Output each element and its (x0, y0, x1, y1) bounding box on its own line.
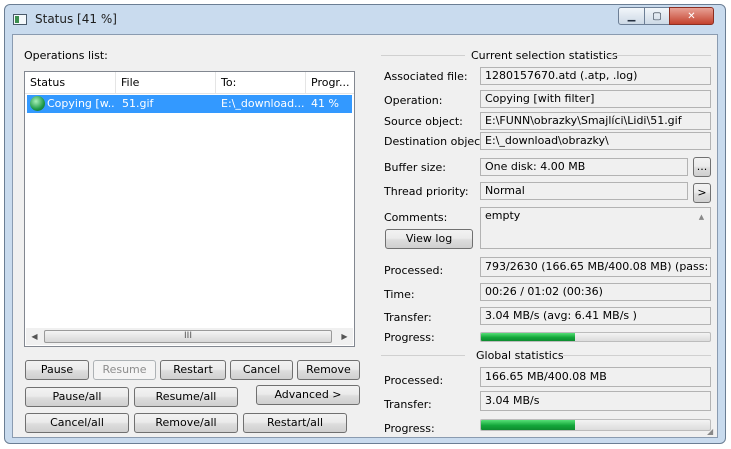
global-progress-bar (480, 419, 711, 431)
destination-object-label: Destination object: (384, 135, 489, 148)
scroll-thumb[interactable]: III (44, 330, 332, 343)
operation-label: Operation: (384, 94, 443, 107)
comments-label: Comments: (384, 211, 448, 224)
global-stats-heading: Global statistics (476, 349, 564, 362)
divider (607, 55, 711, 56)
destination-object-field[interactable]: E:\_download\obrazky\ (480, 132, 711, 150)
row-progress: 41 % (311, 97, 339, 110)
remove-all-button[interactable]: Remove/all (134, 413, 238, 433)
current-progress-bar (480, 332, 711, 342)
close-button[interactable]: ✕ (669, 7, 714, 25)
row-status: Copying [w... (47, 97, 115, 110)
pause-button[interactable]: Pause (25, 360, 89, 380)
global-transfer-label: Transfer: (384, 398, 432, 411)
scroll-left-icon[interactable]: ◀ (26, 328, 43, 345)
associated-file-field[interactable]: 1280157670.atd (.atp, .log) (480, 67, 711, 85)
source-object-field[interactable]: E:\FUNN\obrazky\Smajlíci\Lidi\51.gif (480, 112, 711, 130)
transfer-label: Transfer: (384, 311, 432, 324)
global-progress-label: Progress: (384, 422, 435, 435)
operation-row[interactable]: Copying [w... 51.gif E:\_download... 41 … (27, 95, 352, 113)
cancel-button[interactable]: Cancel (230, 360, 293, 380)
comments-field[interactable]: empty ▲▼ (480, 207, 711, 249)
progress-label: Progress: (384, 331, 435, 344)
app-icon (13, 14, 27, 25)
global-progress-fill (481, 420, 575, 430)
horizontal-scrollbar[interactable]: ◀ III ▶ (26, 328, 353, 345)
restart-all-button[interactable]: Restart/all (243, 413, 347, 433)
divider (381, 355, 465, 356)
view-log-button[interactable]: View log (385, 229, 473, 249)
cancel-all-button[interactable]: Cancel/all (25, 413, 129, 433)
time-field[interactable]: 00:26 / 01:02 (00:36) (480, 283, 711, 301)
global-processed-label: Processed: (384, 374, 444, 387)
transfer-field[interactable]: 3.04 MB/s (avg: 6.41 MB/s ) (480, 307, 711, 325)
operation-field[interactable]: Copying [with filter] (480, 90, 711, 108)
column-header-to[interactable]: To: (216, 72, 306, 94)
global-processed-field[interactable]: 166.65 MB/400.08 MB (480, 367, 711, 387)
comments-scrollbar[interactable]: ▲▼ (694, 209, 709, 247)
row-file: 51.gif (122, 97, 154, 110)
operations-list[interactable]: Status File To: Progr... Copying [w... 5… (24, 71, 355, 347)
processed-field[interactable]: 793/2630 (166.65 MB/400.08 MB) (pass: 1/… (480, 257, 711, 277)
time-label: Time: (384, 288, 415, 301)
resume-all-button[interactable]: Resume/all (134, 387, 238, 407)
processed-label: Processed: (384, 264, 444, 277)
restart-button[interactable]: Restart (160, 360, 226, 380)
comments-text: empty (485, 209, 521, 222)
maximize-button[interactable]: ▢ (644, 7, 670, 25)
thread-priority-button[interactable]: > (693, 183, 711, 203)
column-header-file[interactable]: File (116, 72, 216, 94)
thread-priority-label: Thread priority: (384, 185, 469, 198)
remove-button[interactable]: Remove (297, 360, 360, 380)
copy-status-icon (30, 96, 45, 111)
source-object-label: Source object: (384, 115, 463, 128)
pause-all-button[interactable]: Pause/all (25, 387, 129, 407)
current-progress-fill (481, 333, 575, 341)
status-window: Status [41 %] ▁ ▢ ✕ Operations list: Sta… (4, 4, 726, 444)
scroll-right-icon[interactable]: ▶ (336, 328, 353, 345)
operations-list-label: Operations list: (24, 49, 108, 62)
column-header-progress[interactable]: Progr... (306, 72, 354, 94)
row-destination: E:\_download... (221, 97, 305, 110)
thread-priority-field[interactable]: Normal (480, 182, 688, 200)
associated-file-label: Associated file: (384, 70, 468, 83)
resize-grip-icon[interactable]: ◢ (707, 427, 715, 436)
advanced-button[interactable]: Advanced > (256, 385, 360, 405)
buffer-size-more-button[interactable]: ... (693, 157, 711, 177)
buffer-size-field[interactable]: One disk: 4.00 MB (480, 158, 688, 176)
minimize-button[interactable]: ▁ (618, 7, 645, 25)
list-header: Status File To: Progr... (25, 72, 354, 94)
resume-button[interactable]: Resume (93, 360, 156, 380)
divider (381, 55, 465, 56)
title-bar[interactable]: Status [41 %] ▁ ▢ ✕ (5, 5, 725, 34)
dialog-client-area: Operations list: Status File To: Progr..… (12, 34, 718, 438)
window-title: Status [41 %] (35, 12, 117, 26)
current-stats-heading: Current selection statistics (471, 49, 618, 62)
divider (563, 355, 711, 356)
global-transfer-field[interactable]: 3.04 MB/s (480, 391, 711, 411)
buffer-size-label: Buffer size: (384, 161, 446, 174)
column-header-status[interactable]: Status (25, 72, 116, 94)
